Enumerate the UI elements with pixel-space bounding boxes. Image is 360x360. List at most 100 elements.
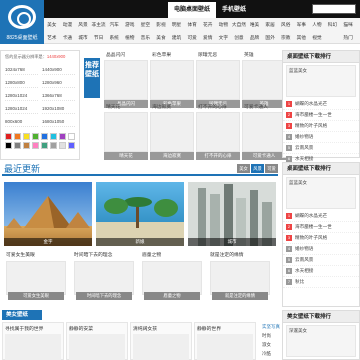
- desktop-rank-feature[interactable]: 蓝蓝美女: [286, 65, 356, 97]
- category-link[interactable]: 可爱: [184, 31, 200, 44]
- category-link[interactable]: 爱情: [200, 31, 216, 44]
- category-link[interactable]: 军事: [294, 18, 310, 31]
- color-swatch[interactable]: [14, 133, 21, 140]
- category-link[interactable]: 家居: [262, 18, 278, 31]
- color-swatch[interactable]: [50, 133, 57, 140]
- category-link[interactable]: 国外: [262, 31, 278, 44]
- recommend-thumb[interactable]: 海边寂寞 海边寂寞: [150, 104, 194, 160]
- category-link[interactable]: 卡通: [60, 31, 76, 44]
- category-link[interactable]: 音乐: [138, 31, 154, 44]
- category-link[interactable]: [325, 31, 341, 44]
- tab-desktop-wallpaper[interactable]: 电脑桌面壁纸: [168, 2, 217, 18]
- category-link[interactable]: 影视: [153, 18, 169, 31]
- rank-item[interactable]: 4 婚纱物语: [283, 244, 359, 255]
- desktop-rank-feature-2[interactable]: 蓝蓝美女: [286, 177, 356, 209]
- category-link[interactable]: 宗教: [278, 31, 294, 44]
- beauty-card[interactable]: 静静的安菜: [66, 322, 128, 360]
- recommend-thumb[interactable]: 尿罐无忌 尿罐无忌: [196, 52, 240, 108]
- rank-item[interactable]: 7秋比: [283, 277, 359, 288]
- rank-item[interactable]: 3 精致的叶子风格: [283, 233, 359, 244]
- category-link[interactable]: 美食: [153, 31, 169, 44]
- color-swatch[interactable]: [23, 142, 30, 149]
- beauty-section-title[interactable]: 美女壁纸: [2, 310, 42, 320]
- beauty-card[interactable]: 寻找属于我的世界: [2, 322, 64, 360]
- side-link[interactable]: 冷酷: [262, 349, 282, 358]
- latest-thumb[interactable]: 眉童之物 眉童之物: [142, 252, 202, 302]
- category-link[interactable]: 创意: [231, 31, 247, 44]
- recommend-thumb[interactable]: 晴天花 晴天花: [104, 104, 148, 160]
- category-link[interactable]: 视觉: [309, 31, 325, 44]
- resolution-link[interactable]: 1920x1080: [42, 103, 75, 114]
- resolution-link[interactable]: 1024x768: [5, 64, 38, 75]
- rank-item[interactable]: 6 水天相接: [283, 266, 359, 277]
- resolution-link[interactable]: 1280x1024: [5, 103, 38, 114]
- latest-photo-city[interactable]: 城市: [188, 182, 276, 246]
- color-swatch[interactable]: [59, 133, 66, 140]
- side-link[interactable]: 时尚: [262, 331, 282, 340]
- resolution-link[interactable]: 1280x960: [42, 77, 75, 88]
- beauty-card[interactable]: 清纯阔女孩: [130, 322, 192, 360]
- filter-button-beauty[interactable]: 美女: [237, 164, 250, 173]
- rank-item[interactable]: 1 蝴蝶的水晶光芒: [283, 211, 359, 222]
- rank-item[interactable]: 5 云南风景: [283, 255, 359, 266]
- category-link[interactable]: 明星: [169, 18, 185, 31]
- category-link[interactable]: 人物: [309, 18, 325, 31]
- category-link[interactable]: 城市: [75, 31, 91, 44]
- category-link[interactable]: 文字: [216, 31, 232, 44]
- category-link[interactable]: 系统: [106, 31, 122, 44]
- rank-item[interactable]: 1 蝴蝶的水晶光芒: [283, 99, 359, 110]
- resolution-link[interactable]: 800x600: [5, 116, 38, 127]
- color-swatch[interactable]: [68, 142, 75, 149]
- category-link[interactable]: 非主流: [91, 18, 107, 31]
- latest-photo-beach[interactable]: 新娘: [96, 182, 184, 246]
- category-link[interactable]: 动漫: [60, 18, 76, 31]
- category-link[interactable]: 风俗: [278, 18, 294, 31]
- category-link[interactable]: 唯美: [247, 18, 263, 31]
- color-swatch[interactable]: [5, 142, 12, 149]
- color-swatch[interactable]: [50, 142, 57, 149]
- category-link[interactable]: 美女: [44, 18, 60, 31]
- search-input[interactable]: [312, 4, 356, 14]
- category-link[interactable]: 动物: [216, 18, 232, 31]
- beauty-card[interactable]: 静静的世界: [194, 322, 256, 360]
- rank-item[interactable]: 4 婚纱物语: [283, 132, 359, 143]
- recommend-thumb[interactable]: 彩色苹果 彩色苹果: [150, 52, 194, 108]
- filter-button-cute[interactable]: 可爱: [265, 164, 278, 173]
- category-link[interactable]: 星空: [138, 18, 154, 31]
- category-link[interactable]: 科幻: [325, 18, 341, 31]
- rank-item[interactable]: 2 海市蜃楼一生一世: [283, 222, 359, 233]
- category-link[interactable]: 汽车: [106, 18, 122, 31]
- color-swatch[interactable]: [23, 133, 30, 140]
- category-link[interactable]: 游戏: [122, 18, 138, 31]
- resolution-link[interactable]: 1280x1024: [5, 90, 38, 101]
- category-link[interactable]: 艺术: [44, 31, 60, 44]
- recommend-thumb[interactable]: 英雄 英雄: [242, 52, 286, 108]
- resolution-link[interactable]: 1366x768: [42, 90, 75, 101]
- resolution-link[interactable]: 1280x800: [5, 77, 38, 88]
- category-link[interactable]: 节日: [91, 31, 107, 44]
- latest-photo-pyramid[interactable]: 金字: [4, 182, 92, 246]
- rank-item[interactable]: 3 精致的叶子风格: [283, 121, 359, 132]
- color-swatch[interactable]: [32, 142, 39, 149]
- category-link[interactable]: 猫咪: [340, 18, 356, 31]
- category-link[interactable]: 其他: [294, 31, 310, 44]
- category-link[interactable]: 风景: [75, 18, 91, 31]
- color-swatch[interactable]: [32, 133, 39, 140]
- filter-button-scenery[interactable]: 风景: [251, 164, 264, 173]
- resolution-link[interactable]: 1440x900: [42, 64, 75, 75]
- color-swatch[interactable]: [59, 142, 66, 149]
- site-logo[interactable]: 8825桌面壁纸: [0, 0, 44, 44]
- recommend-thumb[interactable]: 可爱卡通人 可爱卡通人: [242, 104, 286, 160]
- color-swatch[interactable]: [41, 133, 48, 140]
- recommend-tab[interactable]: 推荐壁纸: [84, 58, 100, 98]
- category-link[interactable]: 建筑: [169, 31, 185, 44]
- latest-thumb[interactable]: 可爱女生美眼 可爱女生美眼: [6, 252, 66, 302]
- color-swatch[interactable]: [68, 133, 75, 140]
- beauty-rank-feature[interactable]: 深邃美女: [286, 325, 356, 357]
- tab-mobile-wallpaper[interactable]: 手机壁纸: [216, 2, 252, 18]
- color-swatch[interactable]: [5, 133, 12, 140]
- recommend-thumb[interactable]: 打不开的心扉 打不开的心扉: [196, 104, 240, 160]
- side-link[interactable]: 淑女: [262, 340, 282, 349]
- category-link[interactable]: 植物: [122, 31, 138, 44]
- category-link[interactable]: 花卉: [200, 18, 216, 31]
